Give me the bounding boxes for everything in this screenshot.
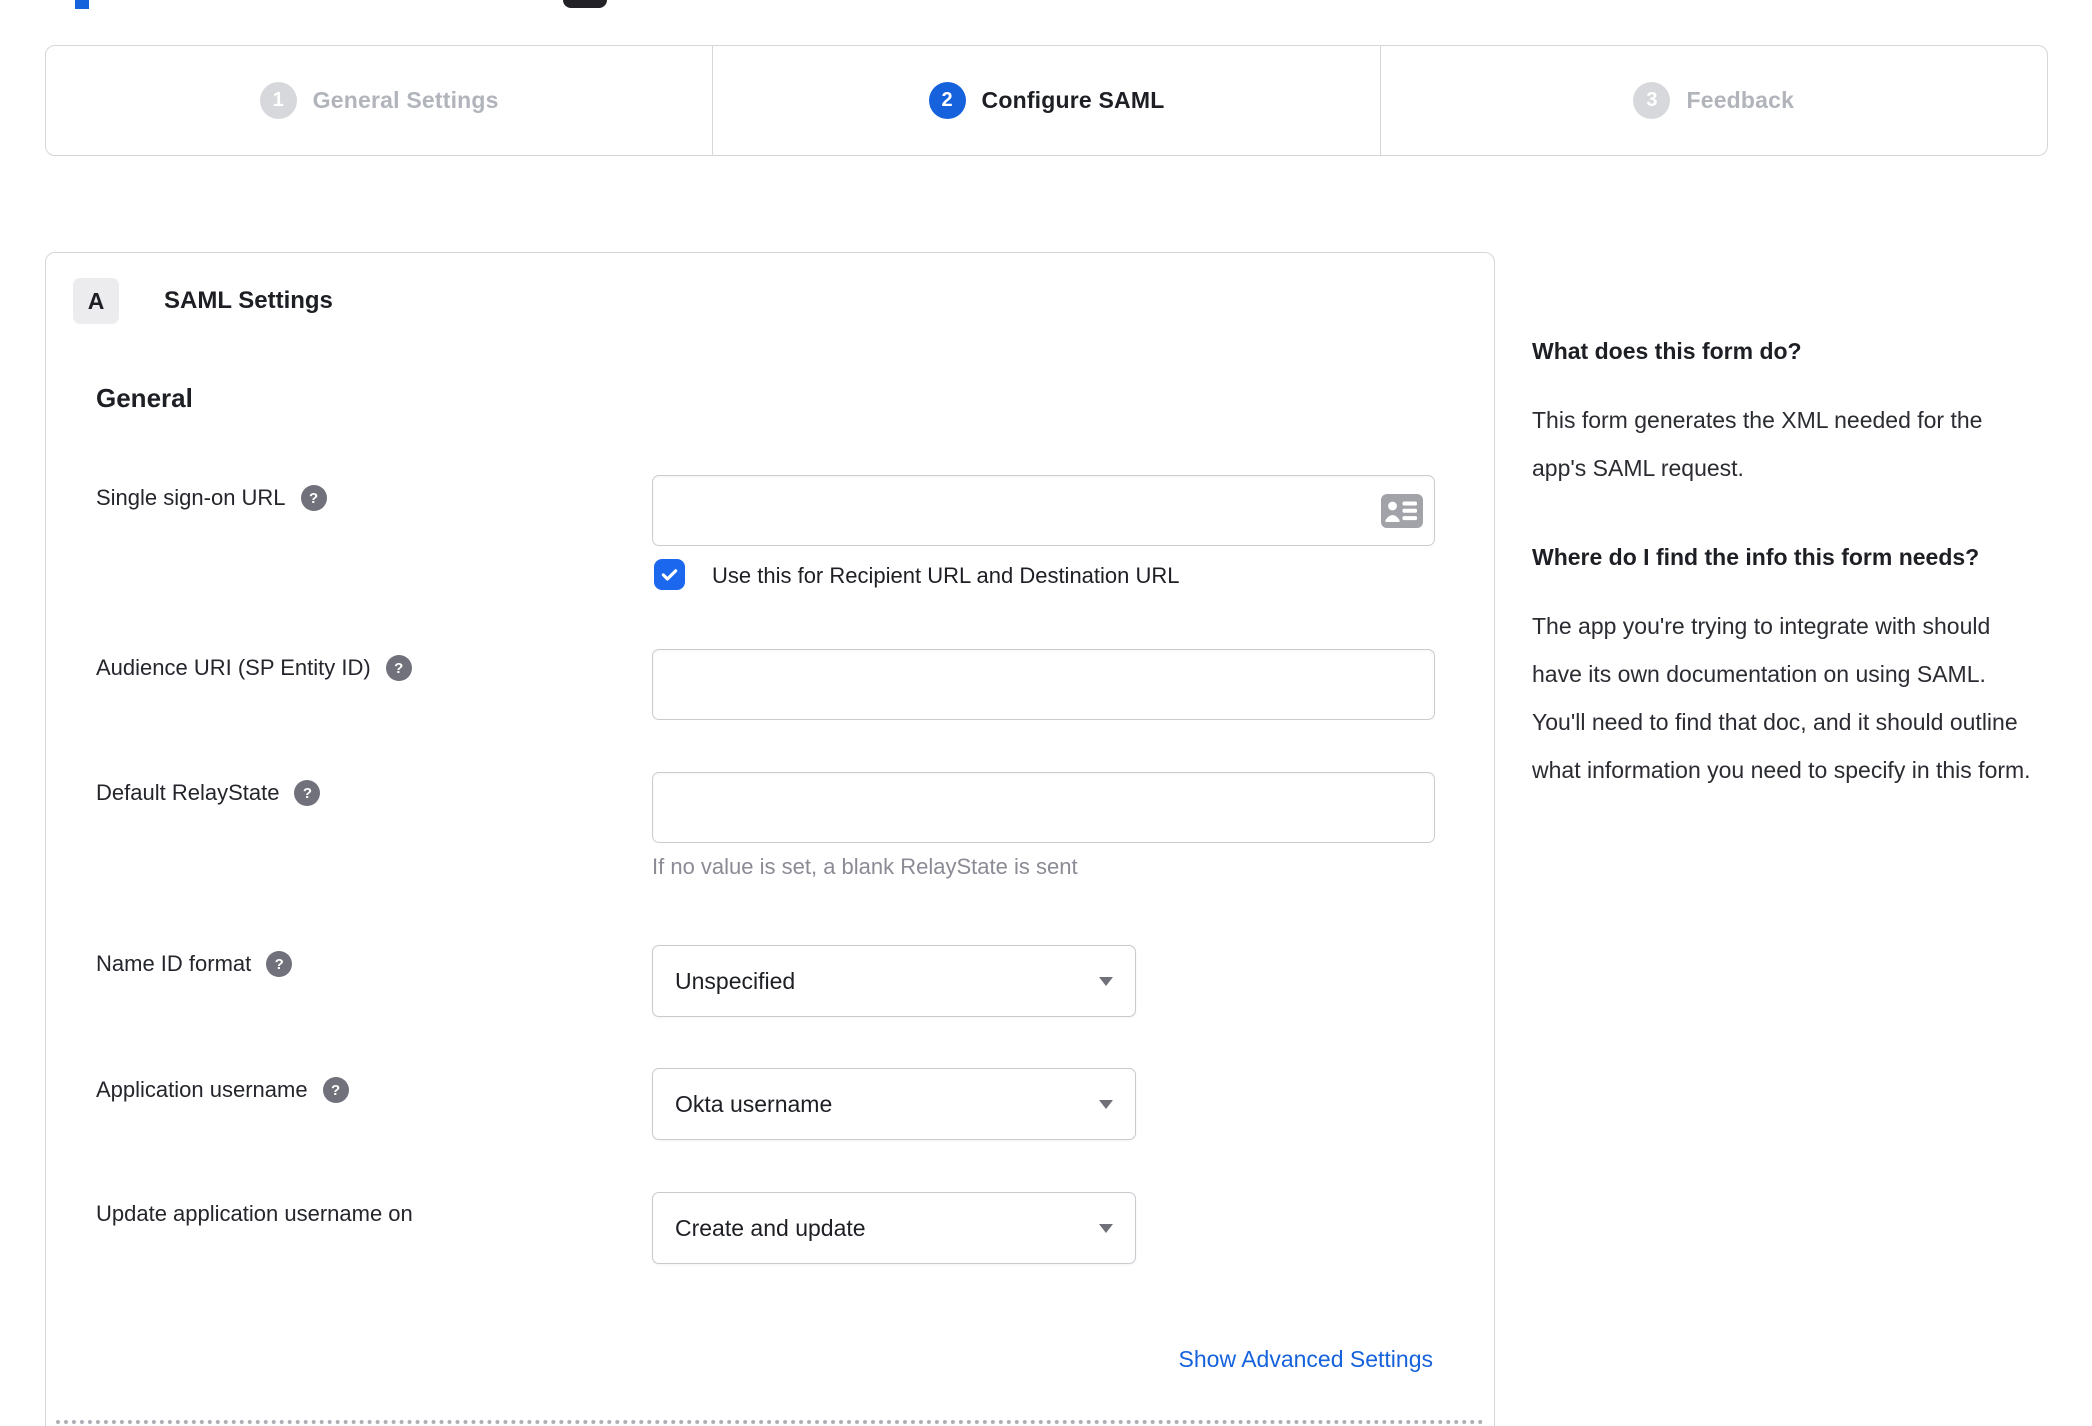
sso-url-input-wrap	[652, 475, 1435, 546]
audience-uri-label: Audience URI (SP Entity ID)	[96, 655, 371, 680]
step-general-settings[interactable]: 1 General Settings	[46, 46, 712, 155]
chevron-down-icon	[1099, 1099, 1113, 1109]
wizard-stepper: 1 General Settings 2 Configure SAML 3 Fe…	[45, 45, 2048, 156]
clipped-logo-fragment	[75, 0, 89, 9]
help-icon[interactable]: ?	[322, 1077, 349, 1103]
sso-url-label: Single sign-on URL	[96, 485, 286, 510]
recipient-url-checkbox[interactable]	[654, 559, 685, 590]
panel-title: SAML Settings	[164, 287, 333, 314]
sidebar-body-what: This form generates the XML needed for t…	[1532, 407, 1983, 481]
audience-uri-input[interactable]	[652, 649, 1435, 720]
configure-saml-page: 1 General Settings 2 Configure SAML 3 Fe…	[0, 0, 2092, 1426]
chevron-down-icon	[1099, 1223, 1113, 1233]
audience-uri-label-row: Audience URI (SP Entity ID) ?	[96, 655, 412, 681]
checkmark-icon	[661, 569, 678, 581]
saml-settings-panel: A SAML Settings General Single sign-on U…	[45, 252, 1495, 1426]
update-username-value: Create and update	[675, 1214, 866, 1241]
help-icon[interactable]: ?	[300, 485, 327, 511]
help-icon[interactable]: ?	[266, 951, 293, 977]
step-2-number-badge: 2	[928, 82, 966, 119]
section-a-badge: A	[73, 278, 119, 324]
step-feedback[interactable]: 3 Feedback	[1379, 46, 2047, 155]
help-sidebar: What does this form do? This form genera…	[1532, 330, 2040, 838]
show-advanced-settings-link[interactable]: Show Advanced Settings	[1179, 1346, 1433, 1373]
relay-state-input[interactable]	[652, 772, 1435, 843]
update-username-label: Update application username on	[96, 1201, 413, 1226]
section-dotted-divider	[56, 1420, 1484, 1424]
step-configure-saml[interactable]: 2 Configure SAML	[712, 46, 1379, 155]
relay-state-label-row: Default RelayState ?	[96, 780, 321, 806]
general-section-heading: General	[96, 383, 193, 413]
contact-card-icon	[1381, 493, 1423, 528]
app-username-label-row: Application username ?	[96, 1077, 349, 1103]
step-1-number-badge: 1	[259, 82, 297, 119]
sso-url-input[interactable]	[652, 475, 1435, 546]
app-username-select[interactable]: Okta username	[652, 1068, 1136, 1140]
sidebar-heading-what: What does this form do?	[1532, 338, 1802, 364]
name-id-format-select[interactable]: Unspecified	[652, 945, 1136, 1017]
sidebar-heading-where: Where do I find the info this form needs…	[1532, 544, 1980, 570]
step-3-label: Feedback	[1686, 87, 1795, 113]
help-icon[interactable]: ?	[385, 655, 412, 681]
relay-state-label: Default RelayState	[96, 780, 280, 805]
chevron-down-icon	[1099, 976, 1113, 986]
name-id-format-value: Unspecified	[675, 967, 796, 994]
app-username-value: Okta username	[675, 1090, 833, 1117]
update-username-select[interactable]: Create and update	[652, 1192, 1136, 1264]
sso-url-label-row: Single sign-on URL ?	[96, 485, 327, 511]
name-id-format-label-row: Name ID format ?	[96, 951, 293, 977]
step-1-label: General Settings	[312, 87, 499, 113]
update-username-label-row: Update application username on	[96, 1201, 413, 1227]
app-username-label: Application username	[96, 1077, 308, 1102]
clipped-header-fragment	[563, 0, 607, 8]
help-icon[interactable]: ?	[294, 780, 321, 806]
name-id-format-label: Name ID format	[96, 951, 252, 976]
recipient-url-checkbox-label: Use this for Recipient URL and Destinati…	[712, 563, 1180, 588]
step-3-number-badge: 3	[1633, 82, 1671, 119]
sidebar-body-where: The app you're trying to integrate with …	[1532, 613, 2031, 783]
relay-state-hint: If no value is set, a blank RelayState i…	[652, 854, 1078, 879]
step-2-label: Configure SAML	[981, 87, 1165, 113]
